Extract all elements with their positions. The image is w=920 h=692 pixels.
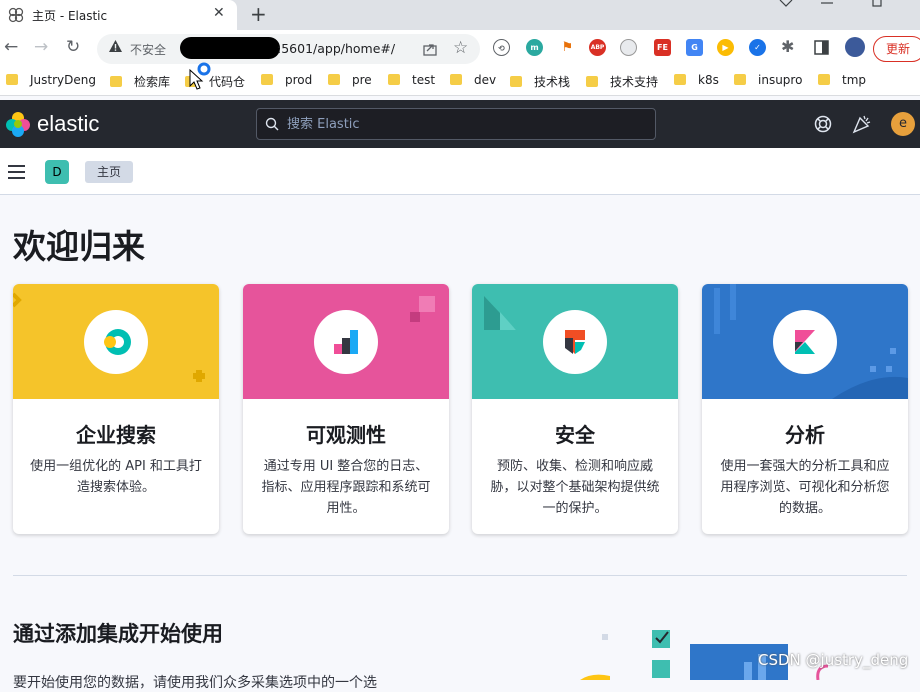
card-description: 使用一套强大的分析工具和应用程序浏览、可视化和分析您的数据。 [720,459,890,516]
adblock-icon[interactable]: ABP [589,39,606,56]
breadcrumb: 主页 [85,161,133,183]
card-description: 预防、收集、检测和响应威胁，以对整个基础架构提供统一的保护。 [490,459,660,516]
security-shield-icon [565,330,585,354]
integrations-description: 要开始使用您的数据，请使用我们众多采集选项中的一个选 [13,675,377,691]
card-banner [13,284,219,399]
card-icon-circle [314,310,378,374]
card-title: 企业搜索 [76,423,156,447]
folder-icon [261,74,273,85]
forward-icon[interactable]: → [34,37,48,57]
tab-title: 主页 - Elastic [32,9,108,23]
card-title: 分析 [785,423,825,447]
bookmark-folder[interactable]: prod [261,73,312,87]
tab-home-elastic[interactable]: 主页 - Elastic ✕ [0,0,237,30]
folder-icon [328,74,340,85]
card-banner [702,284,908,399]
extension-shield-icon[interactable] [620,39,637,56]
tab-close-icon[interactable]: ✕ [213,5,225,21]
card-icon-circle [543,310,607,374]
extension-fe-icon[interactable]: FE [654,39,671,56]
back-icon[interactable]: ← [4,37,18,57]
card-icon-circle [773,310,837,374]
translate-icon[interactable]: G [686,39,703,56]
card-enterprise-search[interactable]: 企业搜索 使用一组优化的 API 和工具打造搜索体验。 [13,284,219,534]
address-url[interactable]: :5601/app/home#/ [277,41,395,56]
watermark: CSDN @justry_deng [758,651,909,669]
search-icon [265,117,279,131]
folder-icon [818,74,830,85]
bookmark-folder[interactable]: 技术栈 [510,73,570,90]
news-feed-icon[interactable] [852,114,872,134]
insecure-label[interactable]: 不安全 [130,41,166,58]
bookmark-folder[interactable]: 检索库 [110,73,170,90]
reload-icon[interactable]: ↻ [66,37,80,57]
card-security[interactable]: 安全 预防、收集、检测和响应威胁，以对整个基础架构提供统一的保护。 [472,284,678,534]
window-controls-icon[interactable] [777,0,917,10]
redacted-host [180,37,280,59]
folder-icon [510,76,522,87]
bookmark-folder[interactable]: tmp [818,73,866,87]
folder-icon [586,76,598,87]
kibana-analytics-icon [795,330,815,354]
folder-icon [450,74,462,85]
bookmark-folder[interactable]: k8s [674,73,719,87]
menu-icon[interactable] [8,165,26,179]
space-avatar[interactable]: D [45,160,69,184]
user-avatar[interactable]: e [891,112,915,136]
folder-icon [388,74,400,85]
card-description: 通过专用 UI 整合您的日志、指标、应用程序跟踪和系统可用性。 [261,459,431,516]
extension-play-icon[interactable]: ▶ [717,39,734,56]
card-observability[interactable]: 可观测性 通过专用 UI 整合您的日志、指标、应用程序跟踪和系统可用性。 [243,284,449,534]
new-tab-icon[interactable]: + [250,2,267,26]
update-button[interactable]: 更新 [873,36,920,62]
bookmark-folder[interactable]: insupro [734,73,802,87]
help-icon[interactable] [814,115,832,133]
global-search[interactable] [256,108,656,140]
extension-cloud-icon[interactable]: ✓ [749,39,766,56]
extension-m-icon[interactable]: m [526,39,543,56]
enterprise-search-icon [104,329,131,355]
bookmark-folder[interactable]: 技术支持 [586,73,658,90]
folder-icon [674,74,686,85]
card-analytics[interactable]: 分析 使用一套强大的分析工具和应用程序浏览、可视化和分析您的数据。 [702,284,908,534]
folder-icon [734,74,746,85]
profile-avatar[interactable] [845,37,865,57]
search-input[interactable] [287,115,647,133]
card-title: 可观测性 [306,423,386,447]
integrations-title: 通过添加集成开始使用 [13,622,223,646]
bookmark-folder[interactable]: pre [328,73,372,87]
elastic-logo-text[interactable]: elastic [37,111,99,137]
breadcrumb-bar [0,148,920,195]
folder-icon [110,76,122,87]
elastic-favicon-icon [8,7,24,23]
side-panel-icon[interactable] [814,40,829,55]
mouse-cursor-icon [189,62,211,90]
extension-icon-1[interactable]: ⟲ [493,39,510,56]
bookmark-folder[interactable]: test [388,73,435,87]
bookmark-folder[interactable]: dev [450,73,496,87]
card-icon-circle [84,310,148,374]
observability-icon [334,330,358,354]
card-description: 使用一组优化的 API 和工具打造搜索体验。 [30,459,202,495]
page-title: 欢迎归来 [13,227,145,266]
bookmark-folder[interactable]: JustryDeng [6,73,96,87]
extensions-puzzle-icon[interactable]: ✱ [781,37,794,56]
bookmark-star-icon[interactable]: ☆ [453,38,468,58]
elastic-logo-icon[interactable] [5,111,31,137]
section-divider [13,575,907,576]
folder-icon [6,74,18,85]
extension-tree-icon[interactable]: ⚑ [559,39,576,56]
warning-icon[interactable] [108,39,123,53]
card-banner [472,284,678,399]
share-icon[interactable] [422,41,438,57]
card-banner [243,284,449,399]
card-title: 安全 [555,423,595,447]
